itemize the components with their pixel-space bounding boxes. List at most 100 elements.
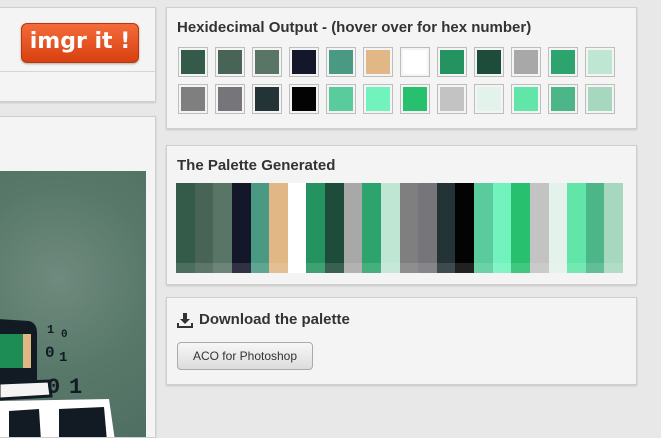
- imgr-it-button[interactable]: imgr it !: [21, 23, 139, 63]
- palette-color-band: [511, 263, 530, 273]
- color-swatch[interactable]: [511, 84, 541, 114]
- color-swatch[interactable]: [178, 47, 208, 77]
- palette-color-band: [194, 263, 214, 273]
- palette-color-column: [455, 183, 474, 273]
- source-image-artwork: 1 0 0 1 0 1: [0, 319, 115, 437]
- color-swatch[interactable]: [585, 84, 615, 114]
- hex-output-title: Hexidecimal Output - (hover over for hex…: [177, 19, 532, 36]
- palette-color-band: [604, 263, 623, 273]
- color-swatch[interactable]: [215, 84, 245, 114]
- palette-color-column: [343, 183, 363, 273]
- swatch-fill: [292, 50, 316, 74]
- color-swatch[interactable]: [363, 84, 393, 114]
- image-preview-panel: 1 0 0 1 0 1: [0, 116, 156, 438]
- palette-color-band: [213, 263, 232, 273]
- swatch-fill: [514, 87, 538, 111]
- color-swatch[interactable]: [252, 47, 282, 77]
- palette-color-column: [250, 183, 270, 273]
- swatch-fill: [181, 87, 205, 111]
- palette-color-band: [269, 263, 288, 273]
- divider: [0, 71, 155, 72]
- palette-color-column: [176, 183, 195, 273]
- aco-download-button[interactable]: ACO for Photoshop: [177, 342, 313, 370]
- swatch-fill: [181, 50, 205, 74]
- color-swatch[interactable]: [326, 84, 356, 114]
- palette-color-column: [380, 183, 400, 273]
- palette-color-band: [380, 263, 400, 273]
- palette-color-column: [585, 183, 605, 273]
- palette-color-column: [418, 183, 437, 273]
- palette-color-column: [306, 183, 325, 273]
- palette-color-column: [399, 183, 419, 273]
- color-swatch[interactable]: [585, 47, 615, 77]
- color-swatch[interactable]: [474, 47, 504, 77]
- color-swatch[interactable]: [548, 84, 578, 114]
- palette-color-column: [604, 183, 623, 273]
- swatch-fill: [440, 87, 464, 111]
- color-swatch[interactable]: [511, 47, 541, 77]
- binary-digit: 1: [47, 323, 54, 337]
- color-swatch[interactable]: [400, 47, 430, 77]
- palette-color-column: [287, 183, 307, 273]
- swatch-fill: [588, 50, 612, 74]
- swatch-fill: [403, 87, 427, 111]
- palette-color-band: [343, 263, 363, 273]
- binary-digit: 0: [45, 344, 55, 362]
- swatch-fill: [366, 87, 390, 111]
- color-swatch[interactable]: [437, 84, 467, 114]
- palette-color-column: [474, 183, 493, 273]
- swatch-fill: [218, 87, 242, 111]
- swatch-fill: [514, 50, 538, 74]
- header-panel: imgr it !: [0, 7, 156, 102]
- swatch-fill: [329, 87, 353, 111]
- palette-color-band: [548, 263, 568, 273]
- palette-color-band: [399, 263, 419, 273]
- palette-strip: [176, 183, 623, 273]
- swatch-fill: [255, 87, 279, 111]
- swatch-fill: [366, 50, 390, 74]
- swatch-fill: [218, 50, 242, 74]
- palette-color-band: [455, 263, 474, 273]
- palette-color-column: [325, 183, 344, 273]
- color-swatch[interactable]: [252, 84, 282, 114]
- palette-color-column: [492, 183, 512, 273]
- color-swatch[interactable]: [289, 47, 319, 77]
- color-swatch[interactable]: [326, 47, 356, 77]
- color-swatch[interactable]: [363, 47, 393, 77]
- palette-color-band: [362, 263, 381, 273]
- palette-color-band: [567, 263, 586, 273]
- color-swatch[interactable]: [474, 84, 504, 114]
- color-swatch[interactable]: [400, 84, 430, 114]
- swatch-fill: [292, 87, 316, 111]
- color-swatch[interactable]: [178, 84, 208, 114]
- palette-color-band: [176, 263, 195, 273]
- palette-color-band: [585, 263, 605, 273]
- palette-title: The Palette Generated: [177, 157, 336, 174]
- source-image: 1 0 0 1 0 1: [0, 171, 146, 437]
- color-swatch[interactable]: [548, 47, 578, 77]
- download-heading: Download the palette: [177, 311, 350, 328]
- binary-digit: 0: [61, 329, 68, 341]
- color-swatch[interactable]: [215, 47, 245, 77]
- swatch-fill: [588, 87, 612, 111]
- palette-color-band: [474, 263, 493, 273]
- palette-color-band: [436, 263, 456, 273]
- palette-color-column: [269, 183, 288, 273]
- palette-color-column: [529, 183, 549, 273]
- download-icon: [177, 312, 193, 328]
- color-swatch[interactable]: [289, 84, 319, 114]
- palette-color-column: [231, 183, 251, 273]
- swatch-fill: [329, 50, 353, 74]
- binary-digit: 1: [59, 350, 67, 366]
- swatch-fill: [403, 50, 427, 74]
- swatch-fill: [477, 50, 501, 74]
- palette-color-column: [213, 183, 232, 273]
- palette-color-band: [250, 263, 270, 273]
- color-swatch[interactable]: [437, 47, 467, 77]
- hex-output-panel: Hexidecimal Output - (hover over for hex…: [166, 7, 637, 129]
- binary-digit: 0: [47, 375, 60, 400]
- palette-color-column: [362, 183, 381, 273]
- palette-color-column: [436, 183, 456, 273]
- palette-color-column: [194, 183, 214, 273]
- swatch-fill: [551, 87, 575, 111]
